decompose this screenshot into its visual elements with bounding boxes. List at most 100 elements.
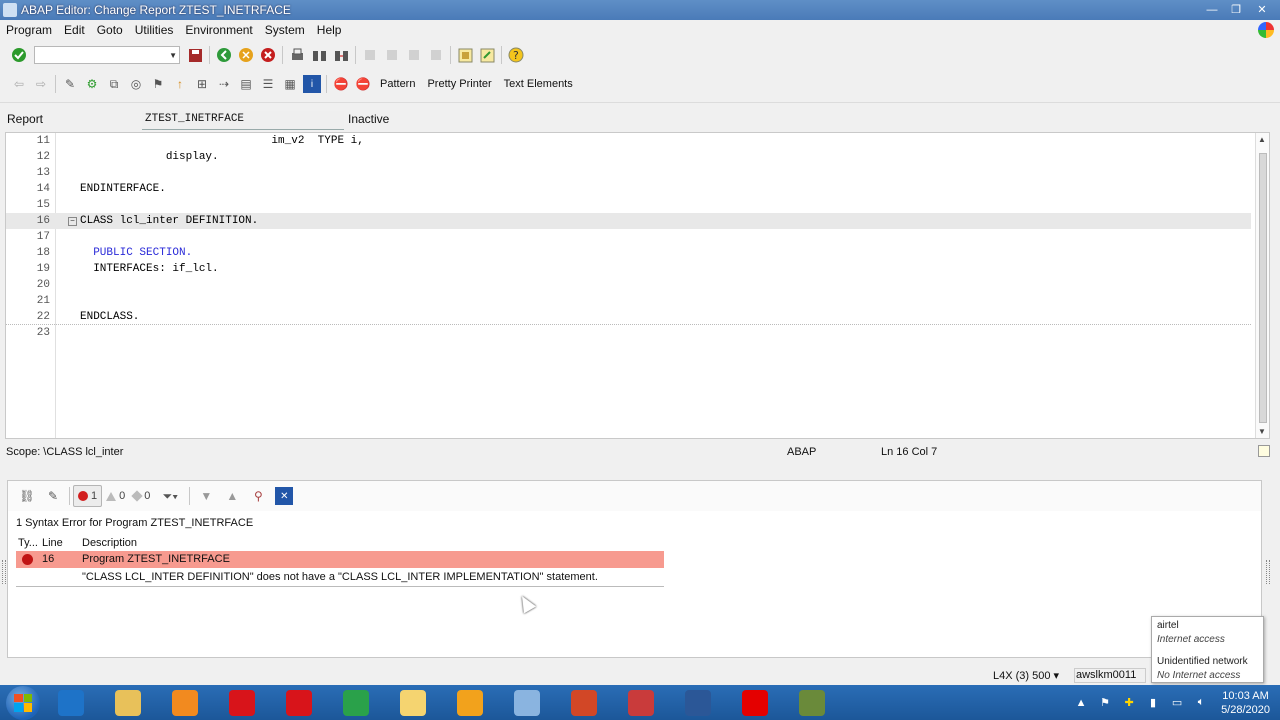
enhance-icon[interactable]: ☰ [259, 75, 277, 93]
sap-customize-icon[interactable] [1258, 22, 1274, 38]
pin-icon[interactable]: ⚲ [249, 487, 267, 505]
check-icon[interactable]: ◎ [127, 75, 145, 93]
network-icon[interactable]: ▭ [1170, 696, 1184, 710]
external-breakpoint-icon[interactable]: ⛔ [354, 75, 372, 93]
help-icon[interactable]: ? [507, 46, 525, 64]
taskbar-app-button[interactable] [102, 686, 154, 719]
code-line[interactable]: 17 [6, 229, 1251, 245]
forward-arrow-icon[interactable]: ⇨ [32, 75, 50, 93]
cancel-icon[interactable] [259, 46, 277, 64]
menu-edit[interactable]: Edit [58, 23, 91, 37]
print-icon[interactable] [288, 46, 306, 64]
code-editor[interactable]: 11 im_v2 TYPE i, 12 display. 13 14 ENDIN… [5, 132, 1270, 439]
code-line[interactable]: 14 ENDINTERFACE. [6, 181, 1251, 197]
edit-pencil-icon[interactable]: ✎ [44, 487, 62, 505]
taskbar-app-button[interactable] [330, 686, 382, 719]
menu-goto[interactable]: Goto [91, 23, 129, 37]
code-text[interactable]: INTERFACEs: if_lcl. [80, 261, 218, 277]
command-dropdown-icon[interactable]: ▼ [169, 51, 177, 60]
taskbar-app-button[interactable] [387, 686, 439, 719]
display-object-list-icon[interactable]: ▦ [281, 75, 299, 93]
save-icon[interactable] [186, 46, 204, 64]
scroll-down-icon[interactable]: ▼ [1258, 427, 1266, 436]
code-line[interactable]: 22 ENDCLASS. [6, 309, 1251, 325]
next-message-icon[interactable]: ▼ [197, 487, 215, 505]
pattern-button[interactable]: Pattern [374, 78, 421, 90]
code-text[interactable]: im_v2 TYPE i, [80, 133, 363, 149]
filter-icon[interactable]: ⏷▾ [158, 487, 182, 505]
document-icon[interactable] [1258, 445, 1270, 457]
code-line[interactable]: 11 im_v2 TYPE i, [6, 133, 1251, 149]
editor-vertical-scrollbar[interactable]: ▲ ▼ [1255, 133, 1269, 438]
menu-help[interactable]: Help [311, 23, 348, 37]
menu-program[interactable]: Program [0, 23, 58, 37]
info-icon[interactable]: i [303, 75, 321, 93]
taskbar-app-button[interactable] [729, 686, 781, 719]
flag-icon[interactable]: ⚑ [1098, 696, 1112, 710]
code-line[interactable]: 12 display. [6, 149, 1251, 165]
code-text[interactable]: PUBLIC SECTION. [80, 245, 192, 261]
other-object-icon[interactable]: ⧉ [105, 75, 123, 93]
pretty-printer-button[interactable]: Pretty Printer [421, 78, 497, 90]
breakpoint-icon[interactable]: ⛔ [332, 75, 350, 93]
find-icon[interactable] [310, 46, 328, 64]
minimize-button[interactable]: — [1202, 2, 1222, 17]
taskbar-app-button[interactable] [501, 686, 553, 719]
code-line[interactable]: 18 PUBLIC SECTION. [6, 245, 1251, 261]
navigate-icon[interactable]: ⛓ [18, 487, 36, 505]
taskbar-app-button[interactable] [615, 686, 667, 719]
command-field[interactable]: ▼ [34, 46, 180, 64]
first-page-icon[interactable] [361, 46, 379, 64]
menu-utilities[interactable]: Utilities [129, 23, 180, 37]
back-arrow-icon[interactable]: ⇦ [10, 75, 28, 93]
text-elements-button[interactable]: Text Elements [498, 78, 579, 90]
previous-page-icon[interactable] [383, 46, 401, 64]
scroll-up-icon[interactable]: ▲ [1258, 135, 1266, 144]
code-line[interactable]: 13 [6, 165, 1251, 181]
scrollbar-thumb[interactable] [1259, 153, 1267, 423]
display-change-icon[interactable]: ✎ [61, 75, 79, 93]
command-input[interactable] [35, 47, 163, 63]
test-icon[interactable]: ↑ [171, 75, 189, 93]
code-line[interactable]: 20 [6, 277, 1251, 293]
next-page-icon[interactable] [405, 46, 423, 64]
menu-system[interactable]: System [259, 23, 311, 37]
system-clock[interactable]: 10:03 AM 5/28/2020 [1221, 689, 1270, 717]
system-info[interactable]: L4X (3) 500 ▾ [993, 669, 1059, 682]
last-page-icon[interactable] [427, 46, 445, 64]
power-icon[interactable]: ▮ [1146, 696, 1160, 710]
where-used-icon[interactable]: ⊞ [193, 75, 211, 93]
taskbar-app-button[interactable] [786, 686, 838, 719]
taskbar-app-button[interactable] [159, 686, 211, 719]
code-line[interactable]: 21 [6, 293, 1251, 309]
error-message-row[interactable]: "CLASS LCL_INTER DEFINITION" does not ha… [16, 569, 664, 587]
code-line[interactable]: 23 [6, 325, 1251, 341]
taskbar-app-button[interactable] [444, 686, 496, 719]
shortcut-icon[interactable] [478, 46, 496, 64]
maximize-button[interactable]: ❐ [1226, 2, 1246, 17]
taskbar-app-button[interactable] [45, 686, 97, 719]
warnings-filter-button[interactable]: 0 [102, 485, 129, 507]
errors-filter-button[interactable]: 1 [73, 485, 103, 507]
error-row[interactable]: 16 Program ZTEST_INETRFACE [16, 551, 664, 568]
enter-icon[interactable] [10, 46, 28, 64]
previous-message-icon[interactable]: ▲ [223, 487, 241, 505]
activate-icon[interactable]: ⚑ [149, 75, 167, 93]
taskbar-app-button[interactable] [558, 686, 610, 719]
find-next-icon[interactable] [332, 46, 350, 64]
panel-resize-grip[interactable] [2, 560, 6, 584]
volume-icon[interactable]: 🔈︎ [1194, 696, 1208, 710]
code-line[interactable]: 19 INTERFACEs: if_lcl. [6, 261, 1251, 277]
navigation-icon[interactable]: ⇢ [215, 75, 233, 93]
close-panel-icon[interactable]: ✕ [275, 487, 294, 505]
show-hidden-icons-icon[interactable]: ▲ [1074, 696, 1088, 710]
collapse-block-icon[interactable]: − [68, 217, 77, 226]
taskbar-app-button[interactable] [273, 686, 325, 719]
error-line-number[interactable]: 16 [42, 553, 54, 565]
code-line[interactable]: 15 [6, 197, 1251, 213]
error-program-title[interactable]: Program ZTEST_INETRFACE [82, 553, 230, 565]
new-session-icon[interactable] [456, 46, 474, 64]
object-list-icon[interactable]: ▤ [237, 75, 255, 93]
menu-environment[interactable]: Environment [179, 23, 258, 37]
app-tray-icon[interactable]: ✚ [1122, 696, 1136, 710]
